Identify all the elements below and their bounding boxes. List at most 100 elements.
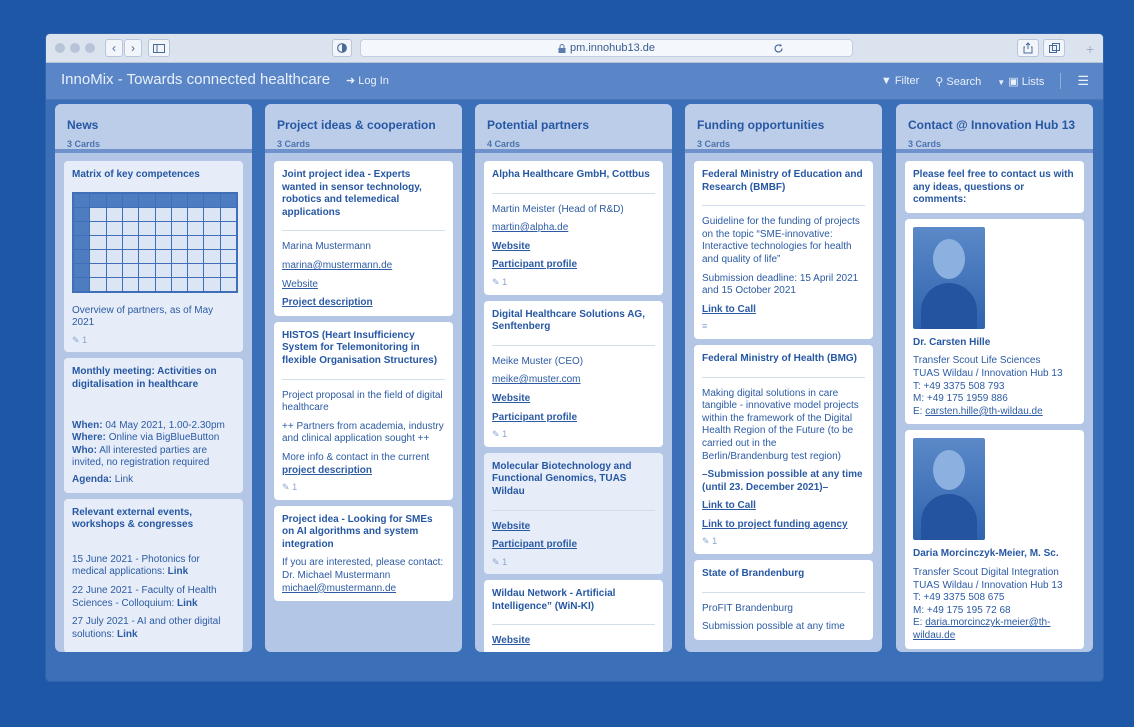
list-header[interactable]: Funding opportunities 3 Cards [685,104,882,153]
list-header[interactable]: Contact @ Innovation Hub 13 3 Cards [896,104,1093,153]
view-dropdown-button[interactable]: ▼ ▣ Lists [997,75,1044,88]
email-link[interactable]: daria.morcinczyk-meier@th-wildau.de [913,617,1050,641]
login-button[interactable]: ➜ Log In [346,74,389,87]
attachment-count: ✎ 1 [492,556,508,567]
sidebar-icon [153,43,165,53]
card-state-brandenburg[interactable]: State of Brandenburg ProFIT Brandenburg … [694,560,873,640]
close-window-button[interactable] [55,43,65,53]
attachment-count: ✎ 1 [282,482,298,493]
card-text: Submission deadline: 15 April 2021 and 1… [702,272,859,297]
email-link[interactable]: martin@alpha.de [492,222,655,235]
sidebar-toggle-button[interactable] [148,39,170,57]
card-matrix[interactable]: Matrix of key competences Overview of pa… [64,161,243,353]
card-joint-project[interactable]: Joint project idea - Experts wanted in s… [274,161,453,316]
tabs-overview-button[interactable] [1043,39,1065,57]
email-link[interactable]: michael@mustermann.de [282,583,445,596]
forward-button[interactable]: › [124,39,142,57]
card-digital-healthcare-solutions[interactable]: Digital Healthcare Solutions AG, Senften… [484,300,663,447]
divider [492,509,655,511]
card-title: Wildau Network - Artificial Intelligence… [492,588,616,612]
list-contact: Contact @ Innovation Hub 13 3 Cards Plea… [896,104,1093,652]
card-title: Joint project idea - Experts wanted in s… [282,169,422,218]
list-header[interactable]: Project ideas & cooperation 3 Cards [265,104,462,153]
card-bmbf[interactable]: Federal Ministry of Education and Resear… [694,161,873,339]
list-project-ideas: Project ideas & cooperation 3 Cards Join… [265,104,462,652]
list-header[interactable]: News 3 Cards [55,104,252,153]
event-link[interactable]: Link [177,598,198,609]
privacy-shield-button[interactable] [332,39,352,57]
card-title: Alpha Healthcare GmbH, Cottbus [492,169,650,180]
divider [702,591,865,593]
participant-profile-link[interactable]: Participant profile [492,412,655,425]
reload-icon[interactable] [773,41,784,59]
list-header[interactable]: Potential partners 4 Cards [475,104,672,153]
filter-icon: ▼ [880,75,892,87]
paperclip-icon: ✎ [492,429,500,440]
card-monthly-meeting[interactable]: Monthly meeting: Activities on digitalis… [64,358,243,493]
card-text: More info & contact in the current [282,451,430,463]
card-title: State of Brandenburg [702,568,805,580]
project-description-link[interactable]: Project description [282,297,445,310]
share-button[interactable] [1017,39,1039,57]
card-title: Project idea - Looking for SMEs on AI al… [282,513,433,550]
url-text: pm.innohub13.de [569,42,655,54]
card-ai-smes[interactable]: Project idea - Looking for SMEs on AI al… [274,505,453,602]
shield-icon [337,43,347,53]
list-cards: Federal Ministry of Education and Resear… [694,161,873,652]
event-link[interactable]: Link [117,629,138,640]
zoom-window-button[interactable] [85,43,95,53]
email-link[interactable]: marina@mustermann.de [282,260,445,273]
card-count: 3 Cards [908,139,942,149]
website-link[interactable]: Website [492,521,655,534]
meeting-where: Where: Online via BigBlueButton [72,432,220,444]
portrait-photo [913,438,985,541]
card-text: If you are interested, please contact: [282,557,444,569]
website-link[interactable]: Website [492,635,655,648]
card-molecular-biotech[interactable]: Molecular Biotechnology and Functional G… [484,452,663,575]
back-button[interactable]: ‹ [105,39,123,57]
card-title: Federal Ministry of Education and Resear… [702,169,863,193]
list-potential-partners: Potential partners 4 Cards Alpha Healthc… [475,104,672,652]
card-contact-morcinczyk[interactable]: Daria Morcinczyk-Meier, M. Sc. Transfer … [905,430,1084,649]
card-external-events[interactable]: Relevant external events, workshops & co… [64,498,243,652]
project-description-link[interactable]: project description [282,465,445,478]
list-cards: Matrix of key competences Overview of pa… [64,161,243,652]
list-cards: Alpha Healthcare GmbH, Cottbus Martin Me… [484,161,663,652]
search-button[interactable]: ⚲ Search [935,75,981,88]
card-contact-hille[interactable]: Dr. Carsten Hille Transfer Scout Life Sc… [905,218,1084,425]
email-link[interactable]: meike@muster.com [492,374,655,387]
paperclip-icon: ✎ [702,536,710,547]
participant-profile-link[interactable]: Participant profile [492,259,655,272]
agenda-link[interactable]: Link [115,474,133,485]
website-link[interactable]: Website [492,241,655,254]
card-count: 3 Cards [67,139,101,149]
contact-phone: T: +49 3375 508 675 [913,592,1005,604]
card-text: Submission possible at any time [702,621,845,633]
filter-button[interactable]: ▼ Filter [881,75,919,87]
minimize-window-button[interactable] [70,43,80,53]
browser-titlebar: ‹ › pm.innohub13.de + [46,34,1103,63]
participant-profile-link[interactable]: Participant profile [492,539,655,552]
portrait-photo [913,226,985,329]
contact-mobile: M: +49 175 195 72 68 [913,604,1011,616]
event-item: 22 June 2021 - Faculty of Health Science… [72,584,217,609]
card-histos[interactable]: HISTOS (Heart Insufficiency System for T… [274,321,453,500]
meeting-when: When: 04 May 2021, 1.00-2.30pm [72,419,225,431]
card-contact-intro[interactable]: Please feel free to contact us with any … [905,161,1084,213]
contact-org: TUAS Wildau / Innovation Hub 13 [913,579,1063,591]
card-wildau-network[interactable]: Wildau Network - Artificial Intelligence… [484,580,663,652]
website-link[interactable]: Website [492,393,655,406]
website-link[interactable]: Website [282,279,445,292]
card-alpha-healthcare[interactable]: Alpha Healthcare GmbH, Cottbus Martin Me… [484,161,663,295]
link-to-call[interactable]: Link to Call [702,500,865,513]
link-to-call[interactable]: Link to Call [702,304,865,317]
email-link[interactable]: carsten.hille@th-wildau.de [925,406,1042,417]
link-to-funding-agency[interactable]: Link to project funding agency [702,519,865,532]
new-tab-icon[interactable]: + [1086,41,1094,57]
list-cards: Please feel free to contact us with any … [905,161,1084,652]
card-bmg[interactable]: Federal Ministry of Health (BMG) Making … [694,344,873,555]
header-divider [1060,73,1062,89]
event-item: 15 June 2021 - Photonics for medical app… [72,553,200,578]
hamburger-menu-icon[interactable]: ☰ [1077,73,1089,89]
event-link[interactable]: Link [168,566,189,577]
